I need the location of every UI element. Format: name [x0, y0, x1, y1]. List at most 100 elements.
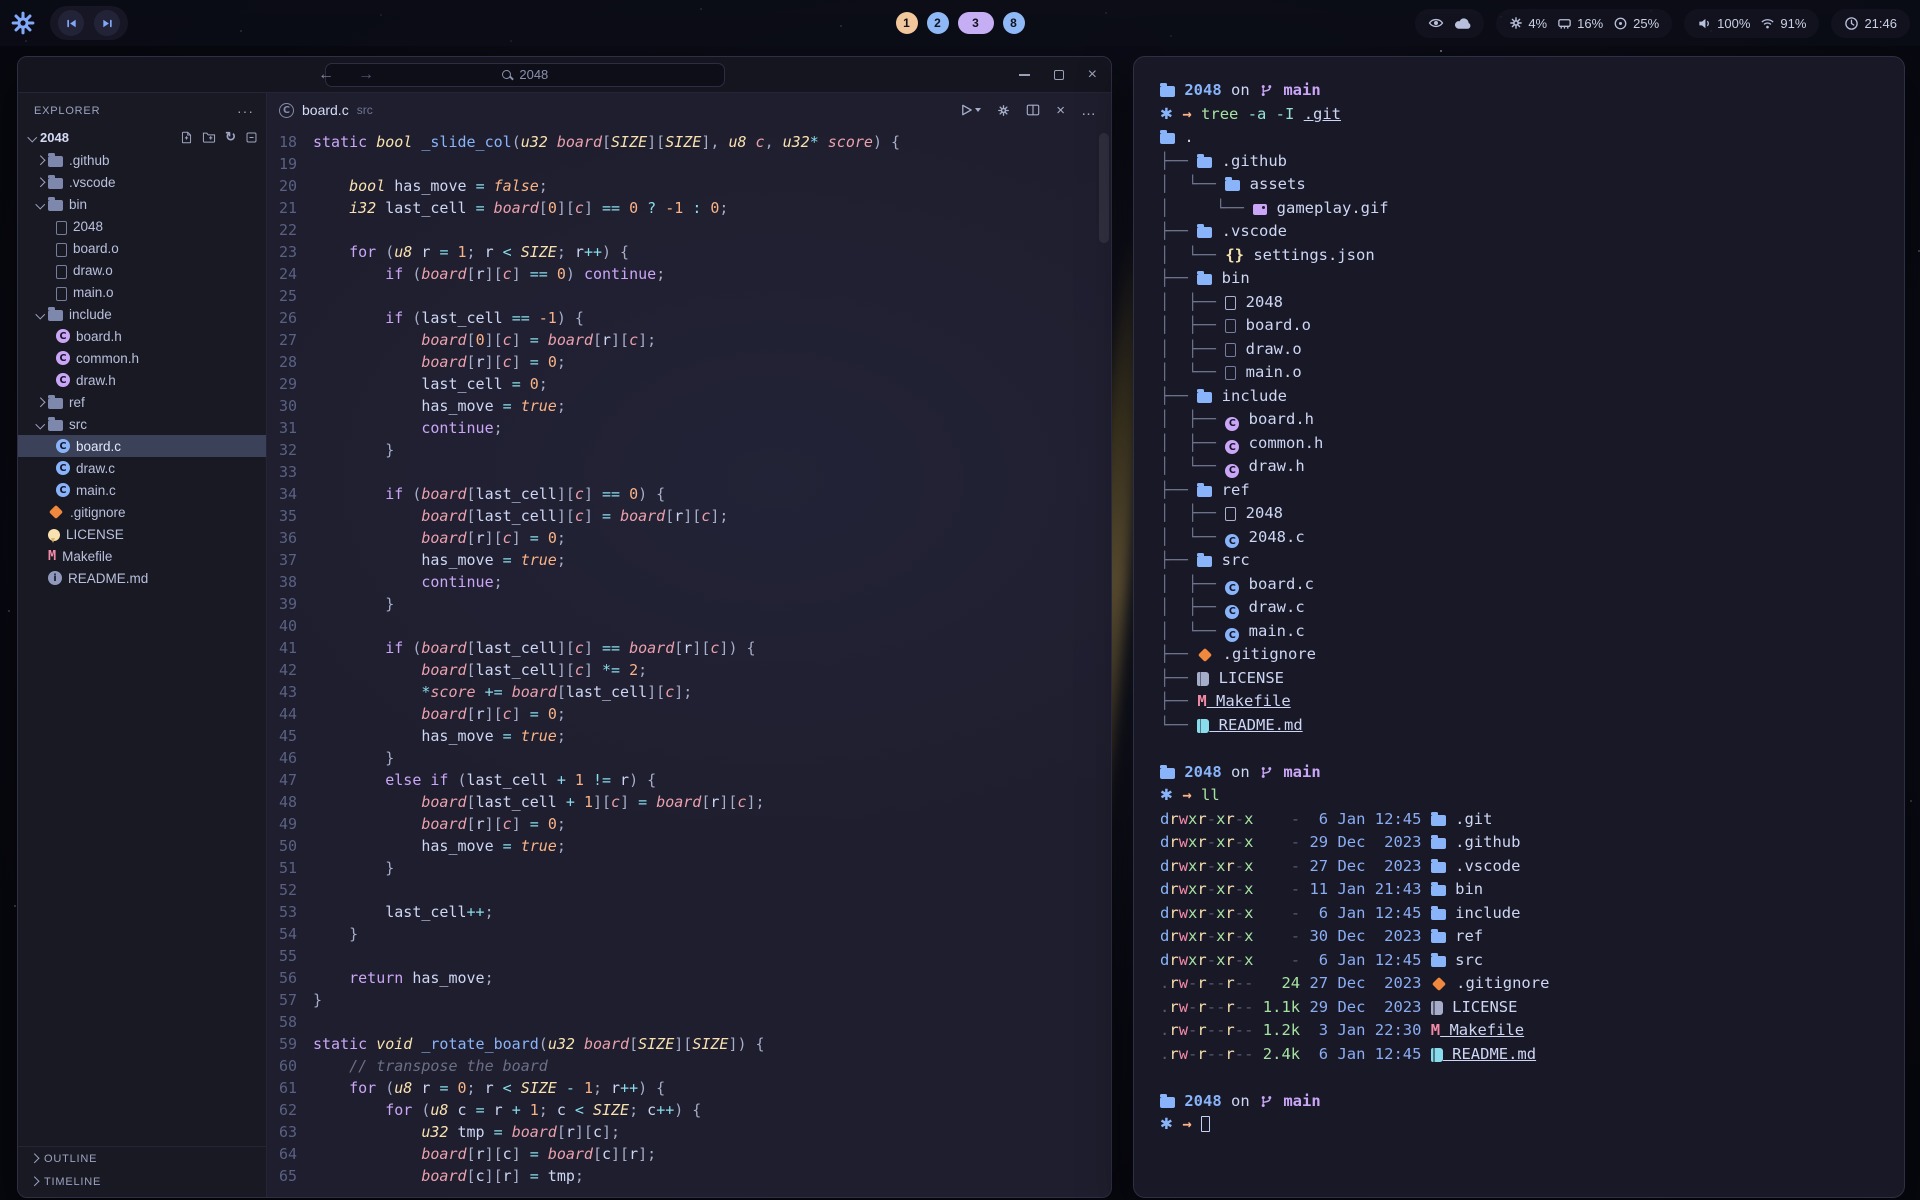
code-line[interactable]: 24 if (board[r][c] == 0) continue;: [267, 263, 1111, 285]
code-line[interactable]: 29 last_cell = 0;: [267, 373, 1111, 395]
code-line[interactable]: 20 bool has_move = false;: [267, 175, 1111, 197]
code-line[interactable]: 30 has_move = true;: [267, 395, 1111, 417]
code-line[interactable]: 52: [267, 879, 1111, 901]
project-root-row[interactable]: 2048 ↻: [18, 125, 266, 149]
terminal-window[interactable]: 2048 on main✱ → tree -a -I .git .├── .gi…: [1133, 56, 1905, 1198]
code-line[interactable]: 58: [267, 1011, 1111, 1033]
run-file-button[interactable]: [960, 103, 981, 117]
explorer-more-button[interactable]: ···: [237, 103, 254, 119]
refresh-explorer-button[interactable]: ↻: [225, 129, 236, 145]
media-next-button[interactable]: [94, 10, 120, 36]
code-line[interactable]: 26 if (last_cell == -1) {: [267, 307, 1111, 329]
file-tree-item-.vscode[interactable]: .vscode: [18, 171, 266, 193]
launcher-gear-icon[interactable]: [10, 10, 36, 36]
file-tree-item-Makefile[interactable]: MMakefile: [18, 545, 266, 567]
code-line[interactable]: 32 }: [267, 439, 1111, 461]
collapse-folders-button[interactable]: [245, 131, 258, 144]
code-line[interactable]: 18static bool _slide_col(u32 board[SIZE]…: [267, 131, 1111, 153]
file-tree-item-ref[interactable]: ref: [18, 391, 266, 413]
weather-widget[interactable]: [1415, 9, 1484, 38]
code-editor[interactable]: 18static bool _slide_col(u32 board[SIZE]…: [267, 127, 1111, 1197]
workspace-3[interactable]: 3: [958, 12, 994, 34]
code-line[interactable]: 40: [267, 615, 1111, 637]
close-button[interactable]: ×: [1088, 67, 1097, 83]
code-line[interactable]: 22: [267, 219, 1111, 241]
code-line[interactable]: 65 board[c][r] = tmp;: [267, 1165, 1111, 1187]
code-line[interactable]: 31 continue;: [267, 417, 1111, 439]
code-line[interactable]: 28 board[r][c] = 0;: [267, 351, 1111, 373]
volume-control[interactable]: 100%: [1697, 16, 1750, 31]
code-line[interactable]: 62 for (u8 c = r + 1; c < SIZE; c++) {: [267, 1099, 1111, 1121]
code-line[interactable]: 50 has_move = true;: [267, 835, 1111, 857]
settings-gear-button[interactable]: [997, 104, 1010, 117]
code-line[interactable]: 59static void _rotate_board(u32 board[SI…: [267, 1033, 1111, 1055]
code-line[interactable]: 34 if (board[last_cell][c] == 0) {: [267, 483, 1111, 505]
command-center-search[interactable]: 2048: [325, 63, 725, 87]
wifi-control[interactable]: 91%: [1760, 16, 1806, 31]
code-line[interactable]: 57}: [267, 989, 1111, 1011]
code-line[interactable]: 21 i32 last_cell = board[0][c] == 0 ? -1…: [267, 197, 1111, 219]
code-line[interactable]: 37 has_move = true;: [267, 549, 1111, 571]
code-line[interactable]: 19: [267, 153, 1111, 175]
file-tree-item-draw.h[interactable]: Cdraw.h: [18, 369, 266, 391]
minimize-button[interactable]: [1019, 74, 1030, 76]
code-line[interactable]: 53 last_cell++;: [267, 901, 1111, 923]
code-line[interactable]: 60 // transpose the board: [267, 1055, 1111, 1077]
code-line[interactable]: 36 board[r][c] = 0;: [267, 527, 1111, 549]
editor-scrollbar[interactable]: [1099, 133, 1109, 243]
code-line[interactable]: 55: [267, 945, 1111, 967]
nav-forward-button[interactable]: →: [358, 66, 374, 84]
file-tree-item-LICENSE[interactable]: LICENSE: [18, 523, 266, 545]
code-line[interactable]: 42 board[last_cell][c] *= 2;: [267, 659, 1111, 681]
code-line[interactable]: 25: [267, 285, 1111, 307]
outline-panel-header[interactable]: OUTLINE: [18, 1147, 266, 1170]
code-line[interactable]: 43 *score += board[last_cell][c];: [267, 681, 1111, 703]
code-line[interactable]: 54 }: [267, 923, 1111, 945]
code-line[interactable]: 47 else if (last_cell + 1 != r) {: [267, 769, 1111, 791]
code-line[interactable]: 61 for (u8 r = 0; r < SIZE - 1; r++) {: [267, 1077, 1111, 1099]
clock-widget[interactable]: 21:46: [1831, 9, 1910, 38]
code-line[interactable]: 23 for (u8 r = 1; r < SIZE; r++) {: [267, 241, 1111, 263]
file-tree-item-main.c[interactable]: Cmain.c: [18, 479, 266, 501]
workspace-2[interactable]: 2: [927, 12, 949, 34]
file-tree-item-draw.c[interactable]: Cdraw.c: [18, 457, 266, 479]
code-line[interactable]: 45 has_move = true;: [267, 725, 1111, 747]
workspace-1[interactable]: 1: [896, 12, 918, 34]
file-tree-item-.github[interactable]: .github: [18, 149, 266, 171]
file-tree-item-include[interactable]: include: [18, 303, 266, 325]
split-editor-button[interactable]: [1026, 103, 1040, 117]
timeline-panel-header[interactable]: TIMELINE: [18, 1170, 266, 1193]
code-line[interactable]: 41 if (board[last_cell][c] == board[r][c…: [267, 637, 1111, 659]
code-line[interactable]: 48 board[last_cell + 1][c] = board[r][c]…: [267, 791, 1111, 813]
code-line[interactable]: 49 board[r][c] = 0;: [267, 813, 1111, 835]
file-tree-item-board.h[interactable]: Cboard.h: [18, 325, 266, 347]
file-tree-item-src[interactable]: src: [18, 413, 266, 435]
code-line[interactable]: 56 return has_move;: [267, 967, 1111, 989]
code-line[interactable]: 38 continue;: [267, 571, 1111, 593]
code-line[interactable]: 51 }: [267, 857, 1111, 879]
code-line[interactable]: 64 board[r][c] = board[c][r];: [267, 1143, 1111, 1165]
new-folder-button[interactable]: [202, 131, 216, 143]
code-line[interactable]: 27 board[0][c] = board[r][c];: [267, 329, 1111, 351]
code-line[interactable]: 44 board[r][c] = 0;: [267, 703, 1111, 725]
nav-back-button[interactable]: ←: [318, 66, 334, 84]
code-line[interactable]: 35 board[last_cell][c] = board[r][c];: [267, 505, 1111, 527]
vscode-window[interactable]: ← → 2048 × EXPLORER ··· 2048 ↻: [17, 56, 1112, 1198]
code-line[interactable]: 39 }: [267, 593, 1111, 615]
file-tree-item-2048[interactable]: 2048: [18, 215, 266, 237]
new-file-button[interactable]: [180, 131, 193, 144]
file-tree-item-main.o[interactable]: main.o: [18, 281, 266, 303]
file-tree-item-draw.o[interactable]: draw.o: [18, 259, 266, 281]
file-tree-item-common.h[interactable]: Ccommon.h: [18, 347, 266, 369]
code-line[interactable]: 33: [267, 461, 1111, 483]
more-actions-button[interactable]: …: [1081, 102, 1097, 119]
workspace-8[interactable]: 8: [1003, 12, 1025, 34]
close-editor-button[interactable]: ×: [1056, 102, 1065, 119]
tab-board.c[interactable]: C board.c src: [279, 102, 373, 118]
file-tree-item-README.md[interactable]: iREADME.md: [18, 567, 266, 589]
maximize-button[interactable]: [1054, 70, 1064, 80]
code-line[interactable]: 46 }: [267, 747, 1111, 769]
media-previous-button[interactable]: [58, 10, 84, 36]
file-tree-item-bin[interactable]: bin: [18, 193, 266, 215]
file-tree-item-board.o[interactable]: board.o: [18, 237, 266, 259]
